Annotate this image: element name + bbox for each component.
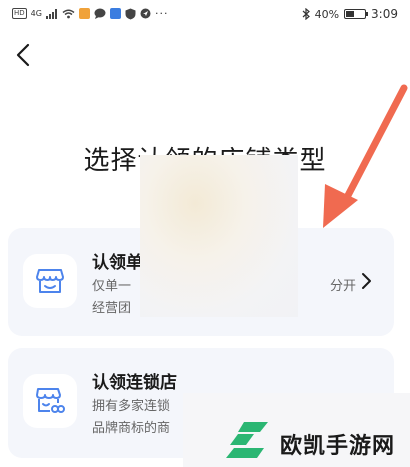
location-icon (140, 8, 151, 19)
shield-icon (125, 8, 136, 19)
back-button[interactable] (12, 42, 34, 68)
blurred-overlay (140, 155, 298, 317)
card-title: 认领连锁店 (92, 373, 177, 393)
wifi-icon (62, 9, 75, 18)
watermark-text: 欧凯手游网 (280, 434, 396, 459)
chat-icon (94, 8, 106, 19)
storefront-icon (23, 254, 77, 308)
logo-icon (226, 422, 268, 458)
app-icon-2 (109, 8, 121, 19)
battery-percent: 40% (314, 7, 340, 21)
more-icon: ··· (154, 7, 169, 20)
chain-store-icon (23, 374, 77, 428)
card-desc-line1-tail: 分开 (329, 279, 356, 294)
card-title: 认领单 (92, 253, 143, 273)
bluetooth-icon (302, 8, 310, 20)
battery-icon (344, 9, 369, 19)
signal-icon (45, 8, 57, 19)
chevron-left-icon (16, 43, 30, 67)
chevron-right-icon (360, 272, 372, 294)
status-left: HD 4G ··· (12, 7, 168, 20)
network-type: 4G (30, 9, 42, 18)
app-icon (78, 8, 90, 19)
status-bar: HD 4G ··· 40% 3:09 (0, 0, 410, 28)
card-desc-line1: 仅单一 (92, 279, 132, 294)
status-right: 40% 3:09 (302, 7, 398, 21)
hd-icon: HD (12, 8, 27, 19)
status-time: 3:09 (371, 7, 398, 21)
